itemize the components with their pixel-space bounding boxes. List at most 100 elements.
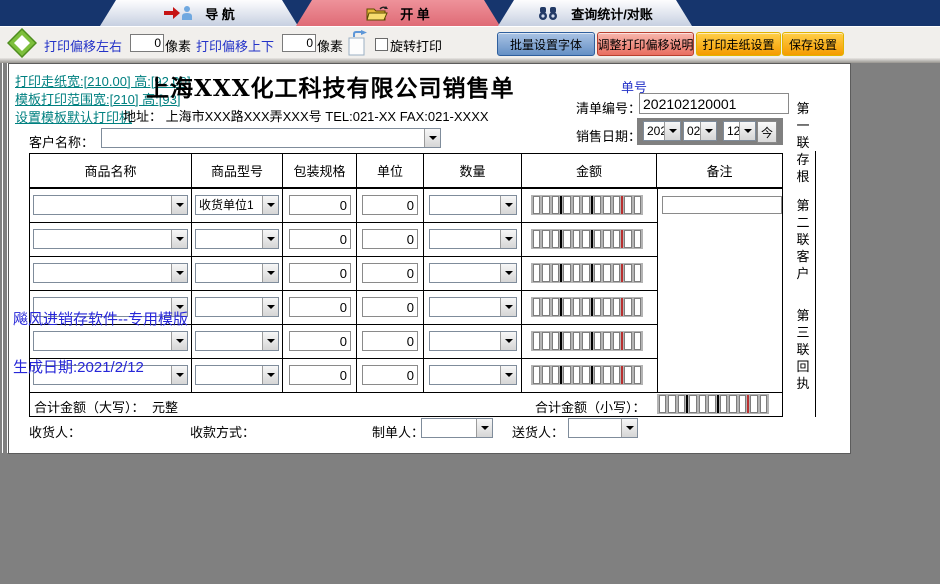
maker-select[interactable] xyxy=(421,418,493,438)
default-printer-link[interactable]: 设置模板默认打印机 xyxy=(15,107,132,126)
date-year-value: 2021 xyxy=(647,124,664,138)
tab-navigation[interactable]: 导 航 xyxy=(100,0,298,26)
open-folder-icon xyxy=(366,5,388,21)
pack-spec-input[interactable] xyxy=(289,297,351,317)
chevron-down-icon[interactable] xyxy=(500,264,516,282)
company-address: 地址： 上海市XXX路XXX弄XXX号 TEL:021-XX FAX:021-X… xyxy=(123,109,489,124)
total-upper-label: 合计金额（大写）： xyxy=(34,400,145,415)
date-month-select[interactable]: 02 xyxy=(683,121,717,141)
chevron-down-icon[interactable] xyxy=(262,298,278,316)
chevron-down-icon[interactable] xyxy=(500,366,516,384)
rotate-print-checkbox[interactable] xyxy=(375,38,388,51)
product-name-select[interactable] xyxy=(33,331,188,351)
tab-invoice[interactable]: 开 单 xyxy=(296,0,500,26)
pixels-label-1: 像素 xyxy=(165,39,192,54)
unit-input[interactable] xyxy=(362,365,418,385)
product-model-select[interactable]: 收货单位1 xyxy=(195,195,279,215)
chevron-down-icon[interactable] xyxy=(171,264,187,282)
pixels-label-2: 像素 xyxy=(317,39,344,54)
chevron-down-icon[interactable] xyxy=(262,264,278,282)
chevron-down-icon[interactable] xyxy=(424,129,440,147)
chevron-down-icon[interactable] xyxy=(171,332,187,350)
product-model-select[interactable] xyxy=(195,331,279,351)
quantity-select[interactable] xyxy=(429,229,517,249)
pack-spec-input[interactable] xyxy=(289,195,351,215)
pack-spec-input[interactable] xyxy=(289,365,351,385)
header-product-model: 商品型号 xyxy=(192,154,283,187)
table-row xyxy=(30,223,657,257)
unit-input[interactable] xyxy=(362,331,418,351)
chevron-down-icon[interactable] xyxy=(476,419,492,437)
customer-select[interactable] xyxy=(101,128,441,148)
diamond-icon xyxy=(7,28,37,58)
product-model-select[interactable] xyxy=(195,229,279,249)
offset-ud-input[interactable] xyxy=(282,34,316,52)
invoice-title: 上海XXX化工科技有限公司销售单 xyxy=(146,75,515,102)
chevron-down-icon[interactable] xyxy=(739,122,755,140)
amount-digit-grid xyxy=(531,229,643,249)
chevron-down-icon[interactable] xyxy=(262,196,278,214)
header-pack-spec: 包装规格 xyxy=(283,154,357,187)
today-button[interactable]: 今 xyxy=(757,121,777,143)
chevron-down-icon[interactable] xyxy=(500,230,516,248)
quantity-select[interactable] xyxy=(429,263,517,283)
rotate-print-label: 旋转打印 xyxy=(390,39,443,54)
offset-lr-input[interactable] xyxy=(130,34,164,52)
invoice-form: 打印走纸宽:[210.00] 高:[92.00] 模板打印范围宽:[210] 高… xyxy=(8,63,851,454)
maker-label: 制单人： xyxy=(372,425,425,440)
quantity-select[interactable] xyxy=(429,365,517,385)
quantity-select[interactable] xyxy=(429,297,517,317)
app-window: 导 航 开 单 查询统计/对账 打印偏移左右 0 像素 打印偏移上下 0 像素 … xyxy=(0,0,940,584)
product-name-select[interactable] xyxy=(33,263,188,283)
header-quantity: 数量 xyxy=(424,154,522,187)
chevron-down-icon[interactable] xyxy=(262,230,278,248)
product-name-select[interactable] xyxy=(33,195,188,215)
date-day-select[interactable]: 12 xyxy=(723,121,756,141)
offset-help-button[interactable]: 调整打印偏移说明 xyxy=(597,32,694,56)
chevron-down-icon[interactable] xyxy=(700,122,716,140)
amount-digit-grid xyxy=(531,263,643,283)
chevron-down-icon[interactable] xyxy=(664,122,680,140)
print-area-edge-line xyxy=(815,151,816,417)
unit-input[interactable] xyxy=(362,229,418,249)
unit-input[interactable] xyxy=(362,195,418,215)
chevron-down-icon[interactable] xyxy=(621,419,637,437)
pack-spec-input[interactable] xyxy=(289,331,351,351)
unit-input[interactable] xyxy=(362,297,418,317)
table-row: 收货单位1 xyxy=(30,189,657,223)
product-model-select[interactable] xyxy=(195,263,279,283)
quantity-select[interactable] xyxy=(429,331,517,351)
pack-spec-input[interactable] xyxy=(289,263,351,283)
date-year-select[interactable]: 2021 xyxy=(643,121,681,141)
chevron-down-icon[interactable] xyxy=(262,332,278,350)
deliver-label: 送货人： xyxy=(512,425,565,440)
tab-query-stats[interactable]: 查询统计/对账 xyxy=(498,0,692,26)
save-settings-button[interactable]: 保存设置 xyxy=(782,32,844,56)
pack-spec-input[interactable] xyxy=(289,229,351,249)
total-row: 合计金额（大写）： 元整 合计金额（小写）： xyxy=(30,393,782,416)
chevron-down-icon[interactable] xyxy=(171,230,187,248)
chevron-down-icon[interactable] xyxy=(171,196,187,214)
table-row xyxy=(30,257,657,291)
doc-no-input[interactable] xyxy=(639,93,789,114)
product-model-select[interactable] xyxy=(195,297,279,317)
total-digit-grid xyxy=(657,394,769,414)
chevron-down-icon[interactable] xyxy=(262,366,278,384)
batch-font-button[interactable]: 批量设置字体 xyxy=(497,32,595,56)
remark-input[interactable] xyxy=(662,196,782,214)
customer-label: 客户名称： xyxy=(29,135,95,150)
amount-digit-grid xyxy=(531,331,643,351)
deliver-select[interactable] xyxy=(568,418,638,438)
paper-feed-button[interactable]: 打印走纸设置 xyxy=(696,32,781,56)
product-name-select[interactable] xyxy=(33,229,188,249)
chevron-down-icon[interactable] xyxy=(500,298,516,316)
chevron-down-icon[interactable] xyxy=(500,332,516,350)
date-panel: 2021 02 12 今 xyxy=(637,118,783,145)
quantity-select[interactable] xyxy=(429,195,517,215)
header-unit: 单位 xyxy=(357,154,424,187)
offset-lr-label: 打印偏移左右 xyxy=(44,39,123,54)
unit-input[interactable] xyxy=(362,263,418,283)
chevron-down-icon[interactable] xyxy=(500,196,516,214)
product-model-select[interactable] xyxy=(195,365,279,385)
chevron-down-icon[interactable] xyxy=(171,366,187,384)
